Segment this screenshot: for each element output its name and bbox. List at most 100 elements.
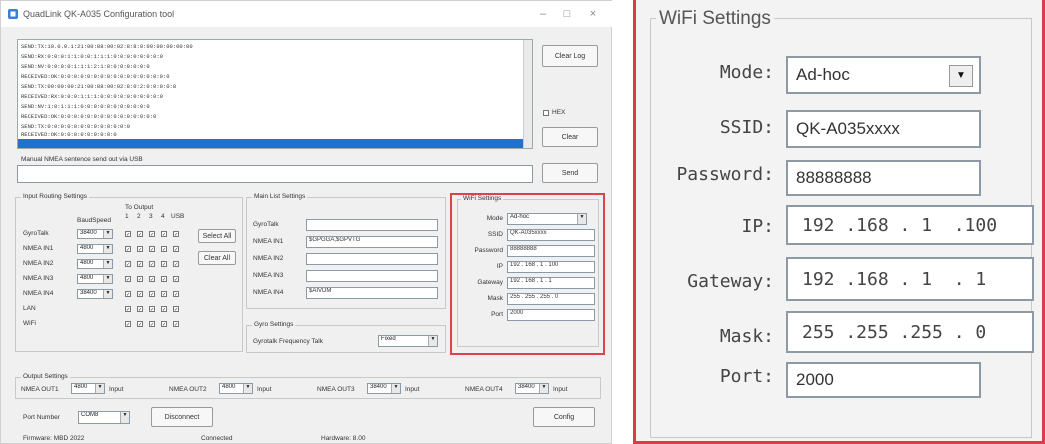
routing-output-checkbox[interactable]: ✓	[125, 276, 131, 283]
output-baud-select[interactable]: 4800 ▼	[219, 383, 253, 394]
routing-output-checkbox[interactable]: ✓	[149, 276, 155, 283]
disconnect-button[interactable]: Disconnect	[151, 407, 213, 427]
routing-output-checkbox[interactable]: ✓	[173, 306, 179, 313]
chevron-down-icon: ▼	[428, 336, 437, 346]
wifi-small-mode-select[interactable]: Ad-hoc ▼	[507, 213, 587, 225]
select-all-button[interactable]: Select All	[198, 229, 236, 243]
routing-output-checkbox[interactable]: ✓	[173, 291, 179, 298]
routing-output-checkbox[interactable]: ✓	[137, 306, 143, 313]
out-col-label: 2	[137, 213, 141, 220]
routing-output-checkbox[interactable]: ✓	[125, 231, 131, 238]
ip-address-input[interactable]: 192 .168 . 1 .100	[786, 205, 1034, 245]
log-box[interactable]: SEND:TX:10.0.0.1:21:00:88:00:02:8:8:0:00…	[17, 39, 533, 149]
chevron-down-icon: ▼	[103, 260, 112, 268]
log-line: SEND:RX:0:0:0:1:1:0:0:1:1:1:0:0:0:0:0:0:…	[21, 53, 163, 60]
routing-output-checkbox[interactable]: ✓	[149, 306, 155, 313]
output-label: NMEA OUT2	[169, 386, 207, 393]
routing-row-label: LAN	[23, 305, 36, 312]
wifi-small-input[interactable]: 192 . 168 . 1 . 1	[507, 277, 595, 289]
routing-output-checkbox[interactable]: ✓	[149, 246, 155, 253]
wifi-small-input[interactable]: 2000	[507, 309, 595, 321]
routing-output-checkbox[interactable]: ✓	[125, 246, 131, 253]
wifi-small-input[interactable]: QK-A035xxxx	[507, 229, 595, 241]
close-icon[interactable]: ×	[583, 6, 603, 22]
main-list-input[interactable]: $GPGGA,$GPVTG	[306, 236, 438, 248]
port-number-select[interactable]: COM8 ▼	[78, 411, 130, 424]
main-list-input[interactable]	[306, 253, 438, 265]
routing-output-checkbox[interactable]: ✓	[149, 261, 155, 268]
routing-output-checkbox[interactable]: ✓	[137, 261, 143, 268]
main-list-input[interactable]	[306, 270, 438, 282]
wifi-small-input[interactable]: 192 . 168 . 1 . 100	[507, 261, 595, 273]
routing-baud-value: 4800	[80, 275, 94, 281]
routing-output-checkbox[interactable]: ✓	[125, 306, 131, 313]
gateway-input[interactable]: 192 .168 . 1 . 1	[786, 257, 1034, 301]
routing-output-checkbox[interactable]: ✓	[137, 276, 143, 283]
routing-output-checkbox[interactable]: ✓	[173, 246, 179, 253]
routing-output-checkbox[interactable]: ✓	[125, 291, 131, 298]
log-line: RECEIVED:OK:0:0:0:0:0:0:0:0:0	[21, 131, 117, 138]
routing-output-checkbox[interactable]: ✓	[137, 321, 143, 328]
ssid-value: QK-A035xxxx	[796, 119, 900, 138]
log-scrollbar[interactable]	[523, 40, 532, 148]
routing-output-checkbox[interactable]: ✓	[137, 291, 143, 298]
output-baud-select[interactable]: 38400 ▼	[515, 383, 549, 394]
routing-baud-select[interactable]: 38400 ▼	[77, 229, 113, 239]
routing-output-checkbox[interactable]: ✓	[161, 321, 167, 328]
routing-output-checkbox[interactable]: ✓	[149, 291, 155, 298]
log-line: RECEIVED:OK:0:0:0:0:0:0:0:0:0:0:0:0:0:0:…	[21, 73, 170, 80]
routing-output-checkbox[interactable]: ✓	[161, 246, 167, 253]
mask-input[interactable]: 255 .255 .255 . 0	[786, 311, 1034, 353]
password-input[interactable]: 88888888	[786, 160, 981, 196]
wifi-small-input[interactable]: 88888888	[507, 245, 595, 257]
routing-output-checkbox[interactable]: ✓	[173, 261, 179, 268]
routing-output-checkbox[interactable]: ✓	[149, 231, 155, 238]
routing-output-checkbox[interactable]: ✓	[149, 321, 155, 328]
mode-select[interactable]: Ad-hoc ▼	[786, 56, 981, 94]
chevron-down-icon: ▼	[95, 384, 104, 393]
send-button[interactable]: Send	[542, 163, 598, 183]
clear-log-button[interactable]: Clear Log	[542, 45, 598, 67]
wifi-small-input[interactable]: 255 . 255 . 255 . 0	[507, 293, 595, 305]
manual-send-input[interactable]	[17, 165, 533, 183]
log-selected-line[interactable]	[18, 139, 528, 148]
gyro-title: Gyro Settings	[252, 321, 296, 328]
routing-output-checkbox[interactable]: ✓	[161, 231, 167, 238]
minimize-icon[interactable]: –	[533, 6, 553, 22]
mode-value: Ad-hoc	[796, 65, 850, 84]
routing-baud-select[interactable]: 4800 ▼	[77, 274, 113, 284]
routing-output-checkbox[interactable]: ✓	[161, 261, 167, 268]
maximize-icon[interactable]: □	[557, 6, 577, 22]
ssid-input[interactable]: QK-A035xxxx	[786, 110, 981, 148]
routing-output-checkbox[interactable]: ✓	[125, 261, 131, 268]
routing-row-label: GyroTalk	[23, 230, 49, 237]
routing-baud-select[interactable]: 4800 ▼	[77, 259, 113, 269]
chevron-down-icon[interactable]: ▼	[949, 65, 973, 87]
main-list-input[interactable]	[306, 219, 438, 231]
routing-baud-select[interactable]: 38400 ▼	[77, 289, 113, 299]
out-col-label: USB	[171, 213, 185, 220]
output-baud-select[interactable]: 38400 ▼	[367, 383, 401, 394]
output-label: NMEA OUT4	[465, 386, 503, 393]
port-input[interactable]: 2000	[786, 362, 981, 398]
routing-output-checkbox[interactable]: ✓	[125, 321, 131, 328]
config-tool-window: QuadLink QK-A035 Configuration tool – □ …	[0, 0, 613, 444]
clear-button[interactable]: Clear	[542, 127, 598, 147]
clear-all-button[interactable]: Clear All	[198, 251, 236, 265]
gyro-frequency-select[interactable]: Fixed ▼	[378, 335, 438, 347]
config-button[interactable]: Config	[533, 407, 595, 427]
routing-baud-select[interactable]: 4800 ▼	[77, 244, 113, 254]
output-baud-select[interactable]: 4800 ▼	[71, 383, 105, 394]
routing-output-checkbox[interactable]: ✓	[137, 246, 143, 253]
routing-output-checkbox[interactable]: ✓	[161, 291, 167, 298]
routing-output-checkbox[interactable]: ✓	[173, 276, 179, 283]
output-input-tag: Input	[109, 386, 124, 393]
routing-output-checkbox[interactable]: ✓	[173, 231, 179, 238]
routing-output-checkbox[interactable]: ✓	[137, 231, 143, 238]
main-list-input[interactable]: $AIVDM	[306, 287, 438, 299]
routing-output-checkbox[interactable]: ✓	[161, 306, 167, 313]
chevron-down-icon: ▼	[103, 275, 112, 283]
hex-checkbox[interactable]	[543, 110, 549, 116]
routing-output-checkbox[interactable]: ✓	[161, 276, 167, 283]
routing-output-checkbox[interactable]: ✓	[173, 321, 179, 328]
